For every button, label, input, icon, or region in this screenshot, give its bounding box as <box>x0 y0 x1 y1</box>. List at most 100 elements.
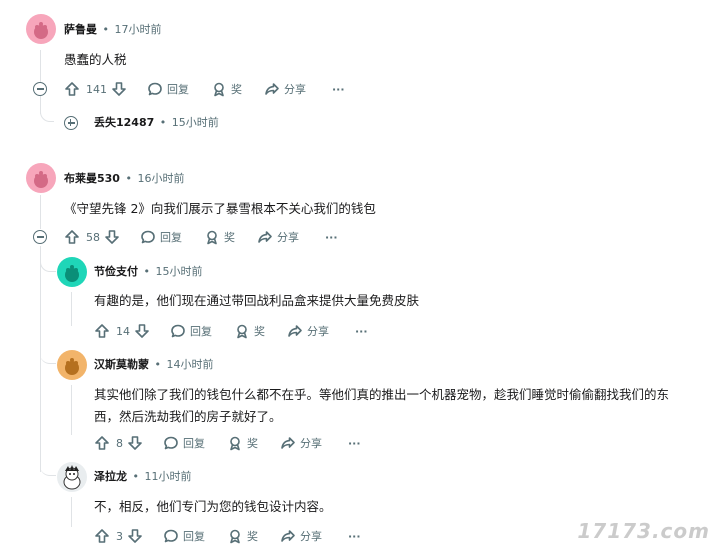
award-icon <box>204 229 220 245</box>
more-options-button[interactable]: ··· <box>348 437 361 450</box>
separator: • <box>102 23 110 36</box>
share-button[interactable]: 分享 <box>280 528 322 544</box>
username[interactable]: 汉斯莫勒蒙 <box>94 358 149 371</box>
share-button[interactable]: 分享 <box>280 435 322 451</box>
award-button[interactable]: 奖 <box>227 435 258 451</box>
vote-count: 14 <box>116 324 130 338</box>
more-label: ··· <box>332 82 345 96</box>
avatar[interactable] <box>57 257 87 287</box>
comment-bubble-icon <box>163 528 179 544</box>
comment-bubble-icon <box>163 435 179 451</box>
username[interactable]: 泽拉龙 <box>94 470 127 483</box>
share-label: 分享 <box>284 83 306 96</box>
avatar[interactable] <box>26 163 56 193</box>
share-icon <box>257 229 273 245</box>
share-label: 分享 <box>277 231 299 244</box>
vote-count: 141 <box>86 82 107 96</box>
more-label: ··· <box>348 436 361 450</box>
timestamp[interactable]: 17小时前 <box>115 23 162 36</box>
award-label: 奖 <box>247 530 258 543</box>
share-button[interactable]: 分享 <box>264 81 306 97</box>
downvote-icon[interactable] <box>111 81 127 97</box>
username[interactable]: 节俭支付 <box>94 265 138 278</box>
comment-body: 其实他们除了我们的钱包什么都不在乎。等他们真的推出一个机器宠物，趁我们睡觉时偷偷… <box>94 384 714 428</box>
timestamp[interactable]: 16小时前 <box>137 172 184 185</box>
comment-meta: 汉斯莫勒蒙 • 14小时前 <box>94 357 214 373</box>
vote-count: 8 <box>116 436 123 450</box>
site-watermark: 17173.com <box>577 519 710 543</box>
share-icon <box>264 81 280 97</box>
comment-body: 有趣的是，他们现在通过带回战利品盒来提供大量免费皮肤 <box>94 293 420 308</box>
upvote-icon[interactable] <box>64 229 80 245</box>
separator: • <box>132 470 140 483</box>
award-button[interactable]: 奖 <box>204 229 235 245</box>
separator: • <box>159 116 167 129</box>
reply-button[interactable]: 回复 <box>140 229 182 245</box>
vote-count: 58 <box>86 230 100 244</box>
downvote-icon[interactable] <box>127 528 143 544</box>
username[interactable]: 布莱曼530 <box>64 172 120 185</box>
comment-actions: 58 回复 奖 分享 ··· <box>64 227 338 247</box>
upvote-icon[interactable] <box>94 528 110 544</box>
award-icon <box>227 528 243 544</box>
upvote-icon[interactable] <box>94 435 110 451</box>
reply-button[interactable]: 回复 <box>147 81 189 97</box>
more-label: ··· <box>348 529 361 543</box>
more-options-button[interactable]: ··· <box>325 231 338 244</box>
reply-label: 回复 <box>183 530 205 543</box>
more-label: ··· <box>355 324 368 338</box>
downvote-icon[interactable] <box>134 323 150 339</box>
award-button[interactable]: 奖 <box>227 528 258 544</box>
separator: • <box>125 172 132 185</box>
comment-bubble-icon <box>147 81 163 97</box>
share-icon <box>280 435 296 451</box>
share-label: 分享 <box>307 325 329 338</box>
comment-body: 愚蠢的人税 <box>64 52 127 67</box>
more-label: ··· <box>325 230 338 244</box>
reply-button[interactable]: 回复 <box>163 435 205 451</box>
timestamp[interactable]: 14小时前 <box>167 358 214 371</box>
award-label: 奖 <box>224 231 235 244</box>
comment-actions: 8 回复 奖 分享 ··· <box>94 433 361 453</box>
timestamp[interactable]: 15小时前 <box>156 265 203 278</box>
timestamp[interactable]: 11小时前 <box>145 470 192 483</box>
collapse-thread-button[interactable] <box>33 230 47 244</box>
avatar[interactable] <box>57 350 87 380</box>
avatar[interactable] <box>57 462 87 492</box>
comment-bubble-icon <box>170 323 186 339</box>
comment-meta: 节俭支付 • 15小时前 <box>94 264 203 280</box>
downvote-icon[interactable] <box>127 435 143 451</box>
reply-label: 回复 <box>183 437 205 450</box>
upvote-icon[interactable] <box>94 323 110 339</box>
share-button[interactable]: 分享 <box>287 323 329 339</box>
reply-button[interactable]: 回复 <box>170 323 212 339</box>
expand-thread-button[interactable] <box>64 116 78 130</box>
more-options-button[interactable]: ··· <box>355 325 368 338</box>
comment-body: 《守望先锋 2》向我们展示了暴雪根本不关心我们的钱包 <box>64 201 376 216</box>
more-options-button[interactable]: ··· <box>332 83 345 96</box>
upvote-icon[interactable] <box>64 81 80 97</box>
vote-count: 3 <box>116 529 123 543</box>
comment-body-line: 西，然后洗劫我们的房子就好了。 <box>94 409 282 424</box>
award-button[interactable]: 奖 <box>234 323 265 339</box>
award-label: 奖 <box>231 83 242 96</box>
reply-label: 回复 <box>160 231 182 244</box>
award-button[interactable]: 奖 <box>211 81 242 97</box>
username[interactable]: 丢失12487 <box>94 116 154 129</box>
comment-body-line: 其实他们除了我们的钱包什么都不在乎。等他们真的推出一个机器宠物，趁我们睡觉时偷偷… <box>94 387 670 402</box>
downvote-icon[interactable] <box>104 229 120 245</box>
reply-label: 回复 <box>190 325 212 338</box>
comment-meta: 萨鲁曼 • 17小时前 <box>64 22 162 38</box>
reply-button[interactable]: 回复 <box>163 528 205 544</box>
separator: • <box>143 265 151 278</box>
share-label: 分享 <box>300 530 322 543</box>
share-button[interactable]: 分享 <box>257 229 299 245</box>
collapse-thread-button[interactable] <box>33 82 47 96</box>
avatar[interactable] <box>26 14 56 44</box>
comment-bubble-icon <box>140 229 156 245</box>
comment-actions: 141 回复 奖 分享 ··· <box>64 79 345 99</box>
separator: • <box>154 358 162 371</box>
timestamp[interactable]: 15小时前 <box>172 116 219 129</box>
more-options-button[interactable]: ··· <box>348 530 361 543</box>
username[interactable]: 萨鲁曼 <box>64 23 97 36</box>
